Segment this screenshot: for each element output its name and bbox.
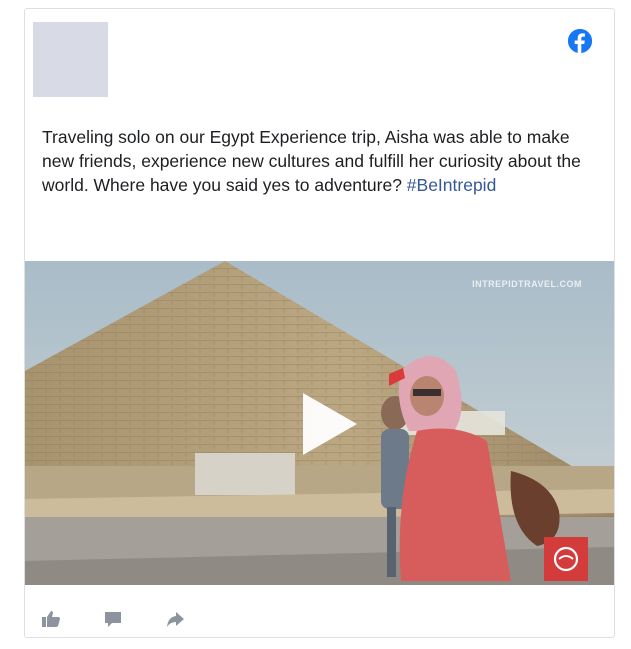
share-icon[interactable] xyxy=(165,609,185,629)
play-icon[interactable] xyxy=(291,389,361,459)
post-body: Traveling solo on our Egypt Experience t… xyxy=(42,127,581,195)
video-thumbnail[interactable]: INTREPIDTRAVEL.COM xyxy=(25,261,614,585)
hashtag-link[interactable]: #BeIntrepid xyxy=(407,175,497,195)
facebook-post-card: Traveling solo on our Egypt Experience t… xyxy=(24,8,615,638)
avatar[interactable] xyxy=(33,22,108,97)
facebook-icon[interactable] xyxy=(568,29,592,53)
like-icon[interactable] xyxy=(41,609,61,629)
post-text: Traveling solo on our Egypt Experience t… xyxy=(42,125,592,197)
post-actions xyxy=(41,609,185,629)
comment-icon[interactable] xyxy=(103,609,123,629)
video-watermark: INTREPIDTRAVEL.COM xyxy=(472,279,582,289)
brand-logo-badge xyxy=(544,537,588,581)
